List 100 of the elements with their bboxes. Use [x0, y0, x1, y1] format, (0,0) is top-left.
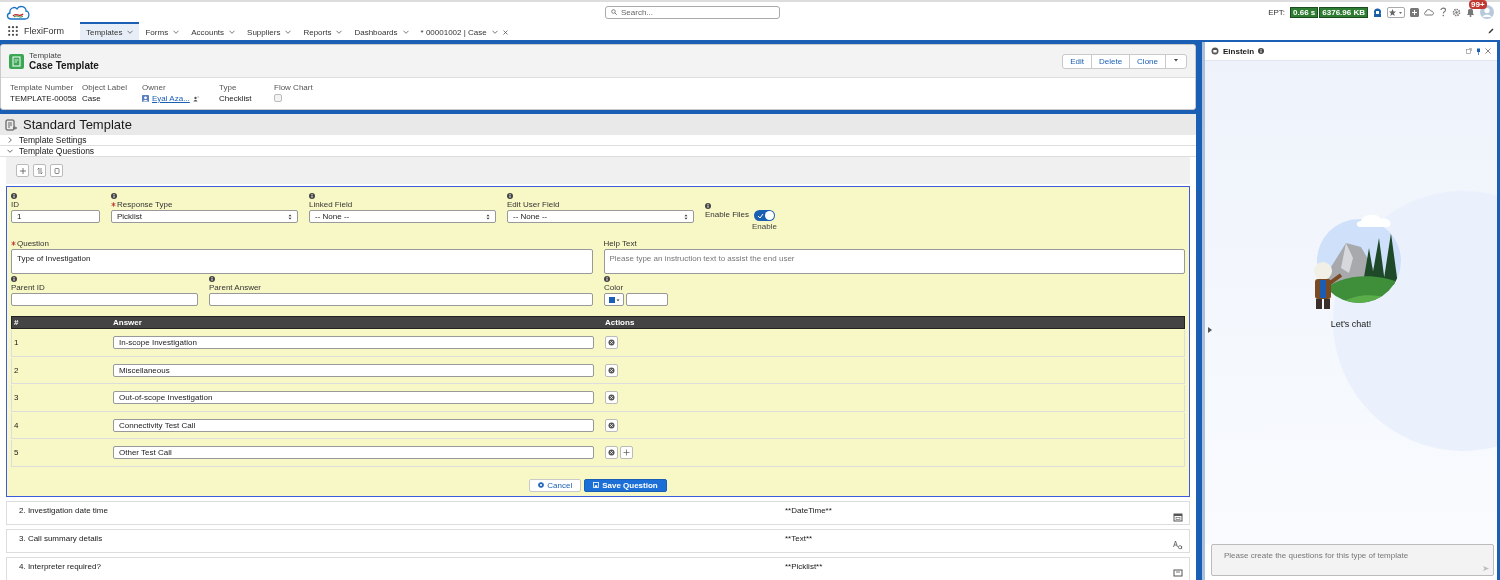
list-icon [1173, 567, 1183, 578]
sort-caret-icon [684, 213, 688, 220]
text-area[interactable]: Please type an instruction text to assist the end user [603, 249, 1185, 274]
input-field[interactable] [11, 293, 198, 306]
question-row[interactable]: 3. Call summary details **Text** [6, 528, 1190, 553]
check-icon [757, 212, 764, 219]
chevron-down-icon [402, 29, 409, 35]
input-field[interactable] [209, 293, 593, 306]
cancel-button[interactable]: Cancel [529, 478, 582, 492]
chat-placeholder: Please create the questions for this type of template [1224, 551, 1409, 560]
nav-tab[interactable]: Accounts [185, 22, 242, 40]
save-button[interactable]: Save Question [584, 478, 667, 492]
field-label: Owner [142, 83, 167, 92]
chevron-down-icon [285, 29, 292, 35]
answer-field[interactable]: Miscellaneous [113, 363, 594, 377]
remove-button[interactable] [605, 336, 618, 350]
nav-tab[interactable]: Reports [297, 22, 349, 40]
answer-field[interactable]: Other Test Call [113, 446, 594, 460]
select-field[interactable]: -- None -- [309, 210, 496, 223]
answer-field[interactable]: Connectivity Test Call [113, 418, 594, 432]
toolbar-button[interactable] [16, 164, 29, 177]
field-label: Color [604, 283, 624, 292]
color-picker-button[interactable] [604, 293, 624, 306]
settings-icon[interactable] [1452, 7, 1461, 17]
field-label: ID [11, 200, 19, 209]
action-button[interactable]: Delete [1091, 54, 1131, 68]
nav-tab[interactable]: * 00001002 | Case [414, 22, 514, 40]
change-owner-icon[interactable] [192, 95, 199, 102]
remove-button[interactable] [605, 446, 618, 460]
field-label: Question [17, 239, 50, 248]
field-label: Linked Field [309, 200, 353, 209]
expand-handle-icon[interactable] [1208, 327, 1212, 333]
field-label: Template Number [10, 83, 75, 92]
close-icon[interactable] [502, 29, 508, 35]
sort-icon [35, 166, 44, 175]
select-field[interactable]: Picklist [111, 210, 298, 223]
cloud-icon[interactable] [1424, 7, 1434, 17]
pin-icon[interactable] [1476, 47, 1481, 55]
info-icon [604, 276, 610, 282]
info-icon [209, 276, 215, 282]
remove-icon [608, 394, 615, 402]
select-field[interactable]: -- None -- [507, 210, 694, 223]
remove-button[interactable] [605, 363, 618, 377]
owner-link[interactable]: Eyal Aza... [152, 94, 190, 103]
cloud-logo [6, 3, 30, 21]
remove-button[interactable] [605, 391, 618, 405]
answer-field[interactable]: Out-of-scope Investigation [113, 391, 594, 405]
nav-tab[interactable]: Suppliers [241, 22, 298, 40]
action-button[interactable]: Edit [1063, 54, 1092, 68]
nav-tab[interactable]: Templates [80, 22, 140, 40]
remove-button[interactable] [605, 418, 618, 432]
notification-badge: 99+ [1469, 0, 1487, 9]
field-value: Case [82, 94, 102, 103]
action-button[interactable]: Clone [1130, 54, 1166, 68]
question-row[interactable]: 2. Investigation date time **DateTime** [6, 500, 1190, 525]
question-row[interactable]: 4. Interpreter required? **Picklist** [6, 556, 1190, 580]
section-title: Standard Template [23, 117, 132, 132]
toolbar-button[interactable] [50, 164, 63, 177]
search-field[interactable]: Search... [605, 5, 780, 19]
field-label: Object Label [82, 83, 128, 92]
field-value: TEMPLATE-00058 [10, 94, 78, 103]
ept-label: EPT: [1268, 7, 1286, 17]
nav-tab[interactable]: Forms [139, 22, 186, 40]
row-number: 2 [13, 365, 20, 375]
bell-icon[interactable] [1466, 7, 1475, 17]
close-icon[interactable] [1485, 48, 1491, 54]
add-icon [623, 449, 630, 457]
add-answer-button[interactable] [620, 446, 633, 460]
answer-field[interactable]: In-scope Investigation [113, 336, 594, 350]
pencil-icon[interactable] [1488, 28, 1494, 34]
app-launcher-icon[interactable] [8, 26, 18, 36]
search-icon [611, 9, 617, 15]
help-icon[interactable] [1439, 7, 1447, 17]
column-header: Actions [604, 318, 636, 327]
favorites-button[interactable] [1387, 6, 1405, 18]
caret-icon [615, 297, 620, 302]
input-field[interactable] [626, 293, 668, 306]
field-label: Help Text [603, 239, 637, 248]
flow-chart-checkbox[interactable] [274, 94, 282, 102]
sort-caret-icon [288, 213, 292, 220]
avatar-icon[interactable] [1480, 5, 1494, 19]
accordion-header[interactable]: Template Settings [0, 135, 1196, 146]
info-icon [309, 193, 315, 199]
add-icon[interactable] [1410, 7, 1419, 17]
question-type: **Picklist** [785, 561, 823, 571]
remove-icon [608, 366, 615, 374]
field-label: Response Type [117, 200, 173, 209]
user-icon [142, 95, 149, 102]
color-swatch-icon [608, 296, 615, 303]
input-field[interactable]: 1 [11, 210, 100, 223]
info-icon [1258, 48, 1265, 54]
chat-input[interactable]: Please create the questions for this type of template [1211, 544, 1494, 576]
question-type: **DateTime** [785, 505, 832, 515]
toggle-switch[interactable] [754, 210, 775, 221]
field-label: Type [219, 83, 238, 92]
cancel-icon [538, 482, 545, 488]
question-title: 4. Interpreter required? [19, 561, 102, 571]
nav-tab[interactable]: Dashboards [348, 22, 415, 40]
info-icon [705, 203, 711, 209]
text-area[interactable]: Type of Investigation [11, 249, 593, 274]
